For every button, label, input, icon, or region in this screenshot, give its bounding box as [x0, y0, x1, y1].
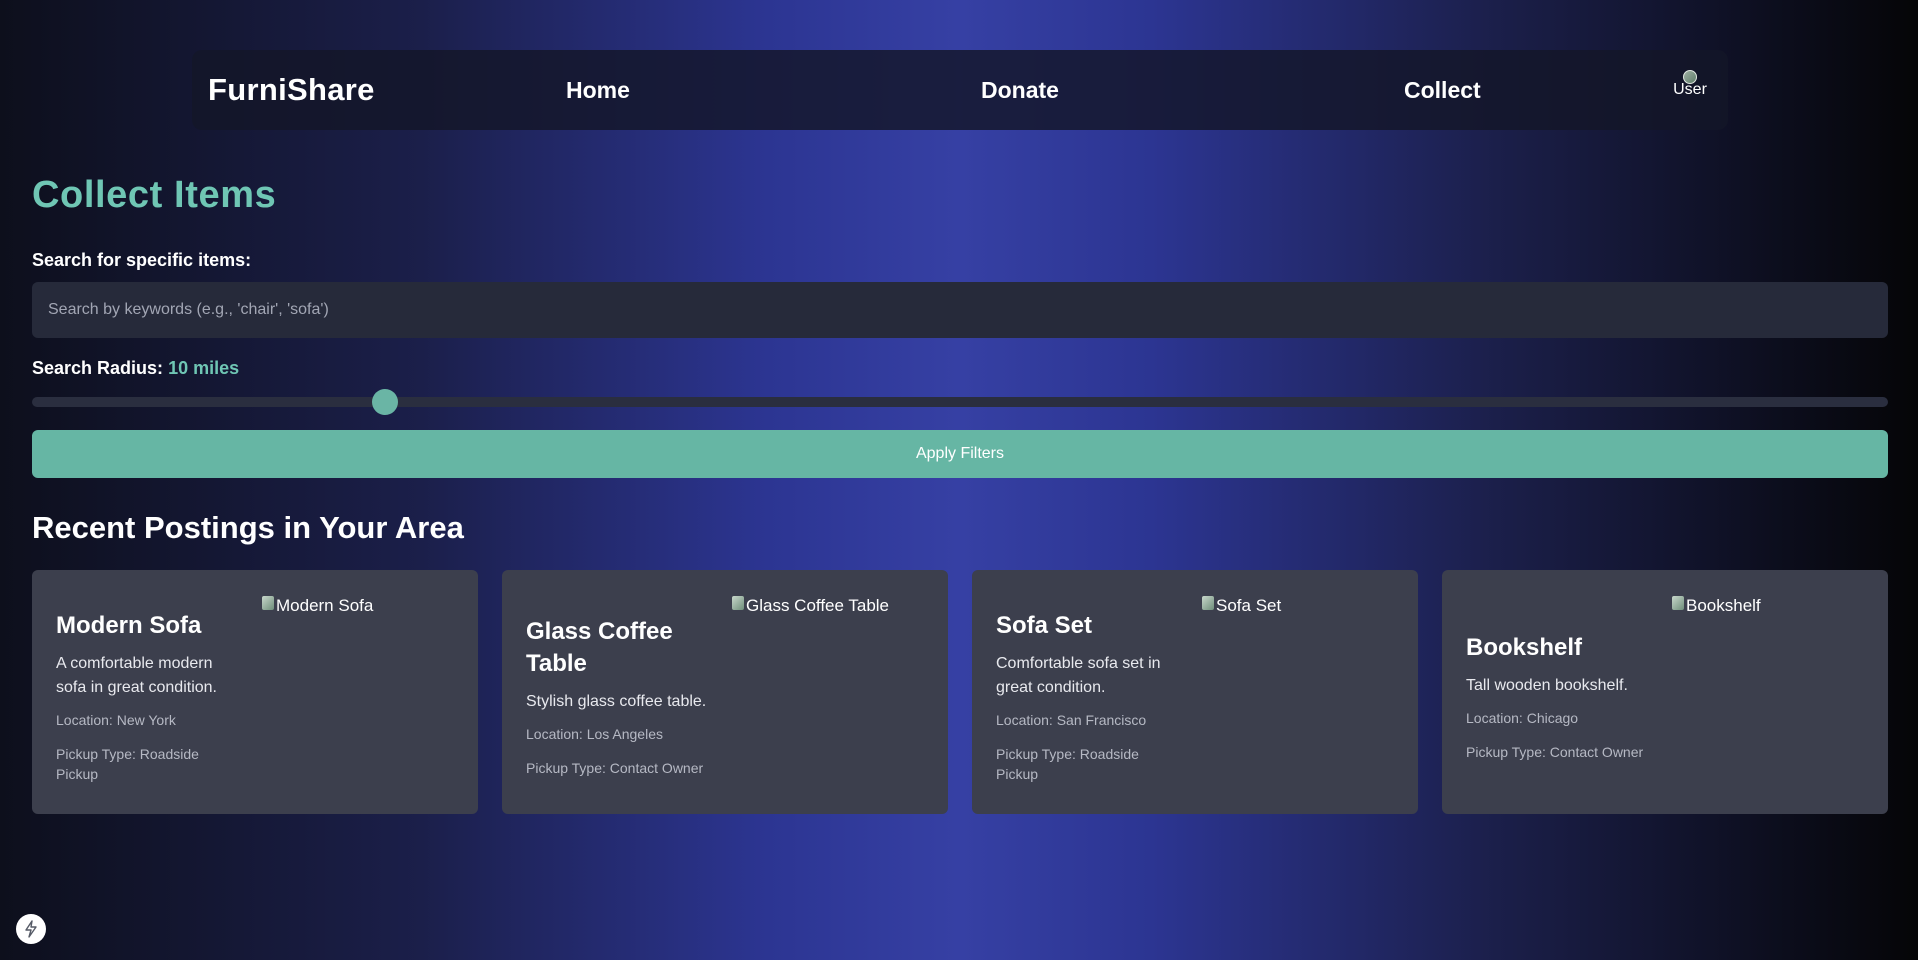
posting-title: Glass Coffee Table — [526, 618, 673, 677]
search-input[interactable] — [32, 282, 1888, 338]
posting-location: Location: Chicago — [1466, 710, 1579, 726]
broken-image-icon — [732, 596, 744, 610]
posting-card[interactable]: Bookshelf Tall wooden bookshelf. Locatio… — [1442, 570, 1888, 814]
posting-image-alt: Modern Sofa — [276, 596, 374, 615]
page-title: Collect Items — [32, 174, 277, 216]
posting-image-alt: Glass Coffee Table — [746, 596, 890, 615]
posting-image-alt: Sofa Set — [1216, 596, 1282, 615]
posting-card[interactable]: Sofa Set Comfortable sofa set in great c… — [972, 570, 1418, 814]
posting-details: Glass Coffee Table Stylish glass coffee … — [526, 590, 712, 814]
devtools-button[interactable] — [16, 914, 46, 944]
posting-location: Location: New York — [56, 712, 176, 728]
posting-title: Bookshelf — [1466, 634, 1583, 661]
posting-location: Location: Los Angeles — [526, 726, 663, 742]
avatar-alt-text: User — [1673, 81, 1707, 98]
search-radius-label: Search Radius: 10 miles — [32, 358, 239, 379]
top-navbar: FurniShare Home Donate Collect User — [192, 50, 1728, 130]
posting-details: Modern Sofa A comfortable modern sofa in… — [56, 590, 242, 814]
posting-card[interactable]: Modern Sofa A comfortable modern sofa in… — [32, 570, 478, 814]
posting-title: Sofa Set — [996, 612, 1093, 639]
posting-pickup-type: Pickup Type: Contact Owner — [1466, 744, 1644, 760]
search-radius-caption: Search Radius: — [32, 358, 164, 378]
posting-description: Stylish glass coffee table. — [526, 693, 707, 710]
posting-pickup-type: Pickup Type: Contact Owner — [526, 760, 704, 776]
posting-details: Bookshelf Tall wooden bookshelf. Locatio… — [1466, 590, 1652, 814]
posting-image: Modern Sofa — [262, 596, 373, 616]
broken-image-icon — [1672, 596, 1684, 610]
brand-logo[interactable]: FurniShare — [208, 72, 375, 108]
posting-details: Sofa Set Comfortable sofa set in great c… — [996, 590, 1182, 814]
nav-home-link[interactable]: Home — [566, 77, 630, 104]
search-label: Search for specific items: — [32, 250, 252, 270]
nav-collect-link[interactable]: Collect — [1404, 77, 1481, 104]
posting-pickup-type: Pickup Type: Roadside Pickup — [56, 746, 199, 782]
nav-donate-link[interactable]: Donate — [981, 77, 1059, 104]
posting-card[interactable]: Glass Coffee Table Stylish glass coffee … — [502, 570, 948, 814]
posting-pickup-type: Pickup Type: Roadside Pickup — [996, 746, 1139, 782]
bolt-icon — [25, 920, 37, 938]
posting-image: Bookshelf — [1672, 596, 1761, 616]
recent-postings-title: Recent Postings in Your Area — [32, 510, 464, 545]
user-avatar[interactable]: User — [1670, 70, 1710, 110]
posting-description: A comfortable modern sofa in great condi… — [56, 655, 217, 696]
posting-description: Comfortable sofa set in great condition. — [996, 655, 1161, 696]
radius-slider-track[interactable] — [32, 397, 1888, 407]
radius-slider-thumb[interactable] — [371, 389, 398, 415]
broken-image-icon — [1202, 596, 1214, 610]
posting-description: Tall wooden bookshelf. — [1466, 677, 1628, 694]
posting-title: Modern Sofa — [56, 612, 202, 639]
apply-filters-button[interactable]: Apply Filters — [32, 430, 1888, 478]
posting-image: Glass Coffee Table — [732, 596, 889, 616]
broken-image-icon — [262, 596, 274, 610]
search-radius-value: 10 miles — [168, 358, 240, 378]
posting-image-alt: Bookshelf — [1686, 596, 1761, 615]
posting-image: Sofa Set — [1202, 596, 1281, 616]
posting-location: Location: San Francisco — [996, 712, 1147, 728]
